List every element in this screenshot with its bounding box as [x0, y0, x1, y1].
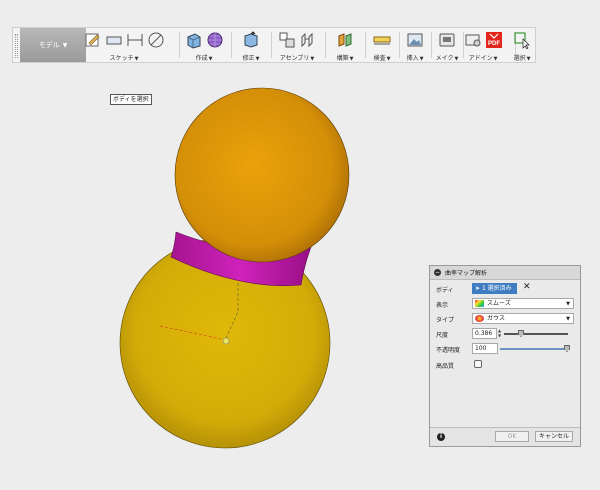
body-selection-value: 1 選択済み	[481, 285, 512, 292]
dialog-header[interactable]: − 曲率マップ解析	[430, 266, 580, 280]
scale-label: 尺度	[436, 332, 449, 339]
opacity-row: 不透明度 100	[430, 342, 580, 356]
high-quality-checkbox[interactable]	[474, 360, 482, 368]
curvature-map-dialog: − 曲率マップ解析 ボディ ➤ 1 選択済み ✕ 表示 スムーズ ▼ タイプ ガ…	[429, 265, 581, 447]
type-dropdown[interactable]: ガウス ▼	[472, 313, 574, 324]
display-dropdown-value: スムーズ	[487, 300, 511, 307]
cursor-arrow-icon: ➤	[475, 285, 482, 292]
smooth-gradient-icon	[475, 300, 484, 307]
scale-spinner[interactable]: ▲ ▼	[498, 328, 501, 338]
opacity-slider[interactable]	[500, 345, 570, 352]
high-quality-row: 高品質	[430, 358, 580, 372]
gauss-icon	[475, 315, 484, 322]
high-quality-label: 高品質	[436, 363, 455, 370]
body-selection-button[interactable]: ➤ 1 選択済み	[472, 283, 517, 294]
scale-slider-thumb[interactable]	[518, 330, 524, 337]
type-dropdown-value: ガウス	[487, 315, 506, 322]
display-label: 表示	[436, 302, 449, 309]
type-label: タイプ	[436, 317, 455, 324]
chevron-down-icon: ▼	[566, 301, 570, 307]
body-row: ボディ ➤ 1 選択済み ✕	[430, 282, 580, 296]
chevron-down-icon: ▼	[566, 316, 570, 322]
scale-input[interactable]: 0.386	[472, 328, 497, 339]
sketch-origin-point[interactable]	[222, 337, 230, 345]
cancel-button[interactable]: キャンセル	[535, 431, 573, 442]
scale-row: 尺度 0.386 ▲ ▼	[430, 327, 580, 341]
upper-sphere[interactable]	[174, 87, 350, 263]
opacity-slider-thumb[interactable]	[564, 345, 570, 352]
dialog-title: 曲率マップ解析	[445, 270, 488, 277]
dialog-footer: i OK キャンセル	[430, 427, 580, 446]
info-icon[interactable]: i	[437, 433, 445, 441]
opacity-input[interactable]: 100	[472, 343, 498, 354]
collapse-icon[interactable]: −	[434, 269, 441, 276]
ok-button[interactable]: OK	[495, 431, 529, 442]
scale-slider[interactable]	[504, 330, 568, 337]
opacity-label: 不透明度	[436, 347, 461, 354]
display-row: 表示 スムーズ ▼	[430, 297, 580, 311]
body-label: ボディ	[436, 287, 454, 294]
clear-selection-icon[interactable]: ✕	[523, 282, 531, 292]
type-row: タイプ ガウス ▼	[430, 312, 580, 326]
display-dropdown[interactable]: スムーズ ▼	[472, 298, 574, 309]
